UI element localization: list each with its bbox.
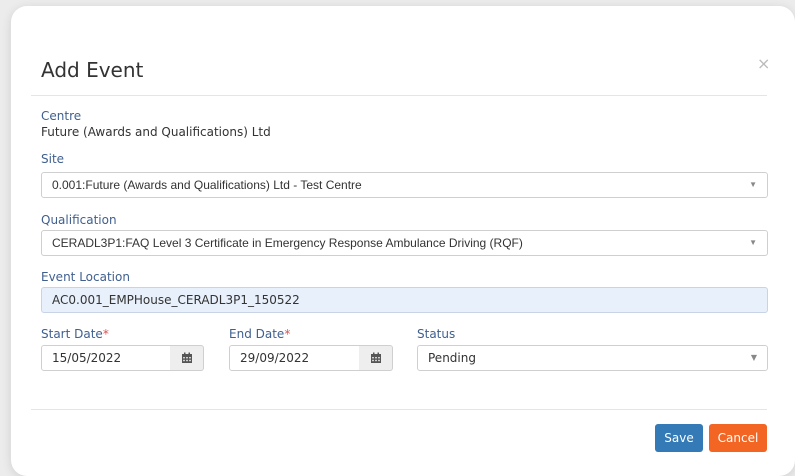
chevron-down-icon: ▼ xyxy=(750,353,757,362)
calendar-icon xyxy=(181,352,192,363)
start-date-label-text: Start Date xyxy=(41,327,103,341)
chevron-down-icon: ▼ xyxy=(749,180,757,189)
end-date-input[interactable]: 29/09/2022 xyxy=(229,345,360,371)
centre-label: Centre xyxy=(41,109,82,123)
status-label: Status xyxy=(417,327,456,341)
cancel-button[interactable]: Cancel xyxy=(709,424,767,452)
save-button[interactable]: Save xyxy=(655,424,703,452)
qualification-select[interactable]: CERADL3P1:FAQ Level 3 Certificate in Eme… xyxy=(41,230,768,256)
add-event-modal: Add Event × Centre Future (Awards and Qu… xyxy=(11,6,795,476)
end-date-label-text: End Date xyxy=(229,327,285,341)
site-selected-value: 0.001:Future (Awards and Qualifications)… xyxy=(52,178,362,192)
site-select[interactable]: 0.001:Future (Awards and Qualifications)… xyxy=(41,172,768,198)
start-date-input[interactable]: 15/05/2022 xyxy=(41,345,171,371)
centre-value: Future (Awards and Qualifications) Ltd xyxy=(41,125,271,139)
close-icon[interactable]: × xyxy=(757,54,770,73)
required-mark: * xyxy=(284,327,291,341)
modal-title: Add Event xyxy=(41,58,144,82)
event-location-input[interactable]: AC0.001_EMPHouse_CERADL3P1_150522 xyxy=(41,287,768,313)
qualification-label: Qualification xyxy=(41,213,117,227)
event-location-label: Event Location xyxy=(41,270,130,284)
chevron-down-icon: ▼ xyxy=(749,238,757,247)
end-date-calendar-button[interactable] xyxy=(359,345,393,371)
footer-divider xyxy=(31,409,767,410)
required-mark: * xyxy=(102,327,109,341)
site-label: Site xyxy=(41,152,65,166)
status-selected-value: Pending xyxy=(428,351,476,365)
start-date-label: Start Date* xyxy=(41,327,109,341)
status-select[interactable]: Pending ▼ xyxy=(417,345,768,371)
start-date-calendar-button[interactable] xyxy=(170,345,204,371)
end-date-label: End Date* xyxy=(229,327,290,341)
calendar-icon xyxy=(370,352,381,363)
header-divider xyxy=(31,95,767,96)
qualification-selected-value: CERADL3P1:FAQ Level 3 Certificate in Eme… xyxy=(52,236,523,250)
